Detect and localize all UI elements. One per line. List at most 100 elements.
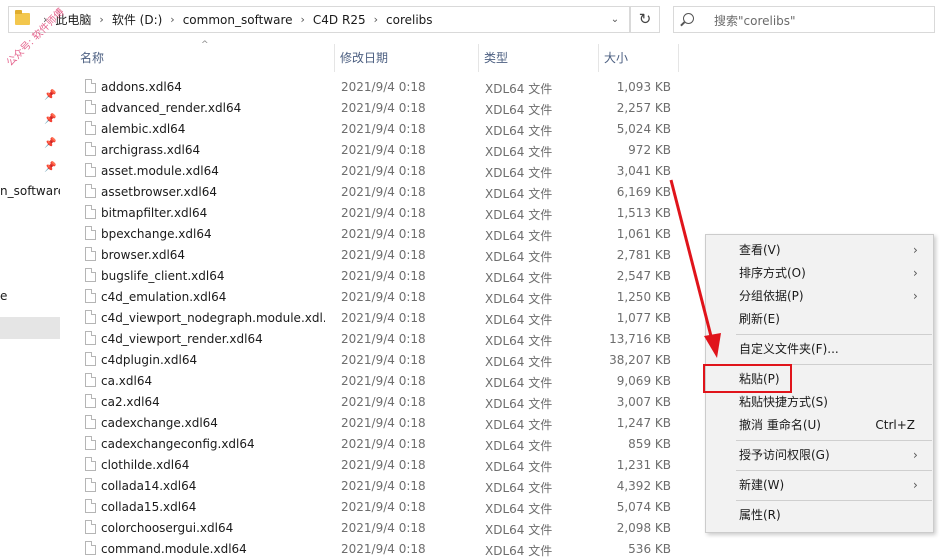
file-type: XDL64 文件 [485,124,553,138]
chevron-right-icon[interactable]: › [99,13,103,26]
file-type: XDL64 文件 [485,460,553,474]
search-placeholder: 搜索"corelibs" [714,14,796,28]
column-size[interactable]: 大小 [599,44,679,72]
file-row[interactable]: asset.module.xdl64 2021/9/4 0:18 XDL64 文件 3… [75,161,680,182]
file-icon [85,499,96,513]
file-row[interactable]: c4d_viewport_render.xdl64 2021/9/4 0:18 XD… [75,329,680,350]
file-name: clothilde.xdl64 [101,458,190,472]
file-date: 2021/9/4 0:18 [341,332,426,346]
menu-item-new[interactable]: 新建(W) › [706,474,933,496]
file-row[interactable]: advanced_render.xdl64 2021/9/4 0:18 XDL64 … [75,98,680,119]
file-type: XDL64 文件 [485,502,553,516]
breadcrumb-corelibs[interactable]: corelibs [386,13,433,27]
file-type: XDL64 文件 [485,376,553,390]
folder-icon [15,10,30,25]
breadcrumb-drive-d[interactable]: 软件 (D:) [112,11,162,28]
file-size: 2,547 KB [616,269,671,283]
menu-item-group[interactable]: 分组依据(P) › [706,285,933,307]
breadcrumb: › 此电脑 › 软件 (D:) › common_software › C4D … [35,7,433,32]
file-row[interactable]: clothilde.xdl64 2021/9/4 0:18 XDL64 文件 1,23… [75,455,680,476]
file-size: 2,781 KB [616,248,671,262]
file-date: 2021/9/4 0:18 [341,479,426,493]
file-row[interactable]: archigrass.xdl64 2021/9/4 0:18 XDL64 文件 972… [75,140,680,161]
file-icon [85,247,96,261]
file-date: 2021/9/4 0:18 [341,206,426,220]
menu-item-customize-folder[interactable]: 自定义文件夹(F)... [706,338,933,360]
file-row[interactable]: colorchoosergui.xdl64 2021/9/4 0:18 XDL64 … [75,518,680,539]
file-row[interactable]: alembic.xdl64 2021/9/4 0:18 XDL64 文件 5,024 … [75,119,680,140]
file-size: 6,169 KB [616,185,671,199]
breadcrumb-common-software[interactable]: common_software [183,13,293,27]
file-row[interactable]: ca2.xdl64 2021/9/4 0:18 XDL64 文件 3,007 KB [75,392,680,413]
file-icon [85,415,96,429]
file-date: 2021/9/4 0:18 [341,143,426,157]
file-icon [85,541,96,555]
menu-item-sort[interactable]: 排序方式(O) › [706,262,933,284]
file-icon [85,310,96,324]
refresh-icon[interactable]: ↻ [630,6,660,33]
chevron-right-icon[interactable]: › [374,13,378,26]
file-size: 1,093 KB [616,80,671,94]
menu-item-grant-access[interactable]: 授予访问权限(G) › [706,444,933,466]
file-row[interactable]: cadexchangeconfig.xdl64 2021/9/4 0:18 XDL6… [75,434,680,455]
address-bar[interactable]: › 此电脑 › 软件 (D:) › common_software › C4D … [8,6,630,33]
file-size: 972 KB [628,143,671,157]
file-name: bpexchange.xdl64 [101,227,212,241]
file-icon [85,373,96,387]
file-size: 1,250 KB [616,290,671,304]
menu-item-view[interactable]: 查看(V) › [706,239,933,261]
file-row[interactable]: addons.xdl64 2021/9/4 0:18 XDL64 文件 1,093 K… [75,77,680,98]
pin-icon[interactable]: 📌 [44,138,56,150]
file-row[interactable]: c4d_emulation.xdl64 2021/9/4 0:18 XDL64 文件… [75,287,680,308]
nav-item-common-software[interactable]: n_software [0,184,60,198]
file-date: 2021/9/4 0:18 [341,311,426,325]
file-icon [85,457,96,471]
file-row[interactable]: command.module.xdl64 2021/9/4 0:18 XDL64 文… [75,539,680,560]
file-date: 2021/9/4 0:18 [341,269,426,283]
search-input[interactable]: 搜索"corelibs" [673,6,935,33]
file-row[interactable]: collada15.xdl64 2021/9/4 0:18 XDL64 文件 5,07… [75,497,680,518]
file-name: bugslife_client.xdl64 [101,269,225,283]
file-size: 2,098 KB [616,521,671,535]
file-row[interactable]: bugslife_client.xdl64 2021/9/4 0:18 XDL64 … [75,266,680,287]
file-type: XDL64 文件 [485,103,553,117]
sort-ascending-icon: ^ [201,40,209,50]
file-name: bitmapfilter.xdl64 [101,206,208,220]
nav-item-partial[interactable]: e [0,289,7,303]
menu-item-refresh[interactable]: 刷新(E) [706,308,933,330]
breadcrumb-c4d-r25[interactable]: C4D R25 [313,13,366,27]
file-row[interactable]: browser.xdl64 2021/9/4 0:18 XDL64 文件 2,781 … [75,245,680,266]
menu-item-undo-rename[interactable]: 撤消 重命名(U) Ctrl+Z [706,414,933,436]
chevron-right-icon: › [913,266,918,280]
file-row[interactable]: assetbrowser.xdl64 2021/9/4 0:18 XDL64 文件 6… [75,182,680,203]
file-size: 9,069 KB [616,374,671,388]
file-row[interactable]: bitmapfilter.xdl64 2021/9/4 0:18 XDL64 文件 1… [75,203,680,224]
chevron-right-icon: › [913,448,918,462]
pin-icon[interactable]: 📌 [44,162,56,174]
file-size: 3,007 KB [616,395,671,409]
file-date: 2021/9/4 0:18 [341,437,426,451]
chevron-right-icon[interactable]: › [301,13,305,26]
pin-icon[interactable]: 📌 [44,114,56,126]
file-row[interactable]: c4d_viewport_nodegraph.module.xdl... 2021… [75,308,680,329]
nav-item-selected[interactable] [0,317,60,339]
menu-item-paste-shortcut[interactable]: 粘贴快捷方式(S) [706,391,933,413]
file-row[interactable]: collada14.xdl64 2021/9/4 0:18 XDL64 文件 4,39… [75,476,680,497]
file-name: addons.xdl64 [101,80,182,94]
file-size: 1,061 KB [616,227,671,241]
column-date[interactable]: 修改日期 [335,44,479,72]
chevron-right-icon[interactable]: › [170,13,174,26]
pin-icon[interactable]: 📌 [44,90,56,102]
file-row[interactable]: ca.xdl64 2021/9/4 0:18 XDL64 文件 9,069 KB [75,371,680,392]
file-type: XDL64 文件 [485,439,553,453]
column-type[interactable]: 类型 [479,44,599,72]
file-row[interactable]: bpexchange.xdl64 2021/9/4 0:18 XDL64 文件 1,0… [75,224,680,245]
file-row[interactable]: cadexchange.xdl64 2021/9/4 0:18 XDL64 文件 1,… [75,413,680,434]
menu-separator [736,470,932,471]
file-row[interactable]: c4dplugin.xdl64 2021/9/4 0:18 XDL64 文件 38,2… [75,350,680,371]
file-name: alembic.xdl64 [101,122,186,136]
file-name: cadexchange.xdl64 [101,416,218,430]
file-date: 2021/9/4 0:18 [341,374,426,388]
history-dropdown-icon[interactable]: ⌄ [602,7,628,32]
menu-item-properties[interactable]: 属性(R) [706,504,933,526]
